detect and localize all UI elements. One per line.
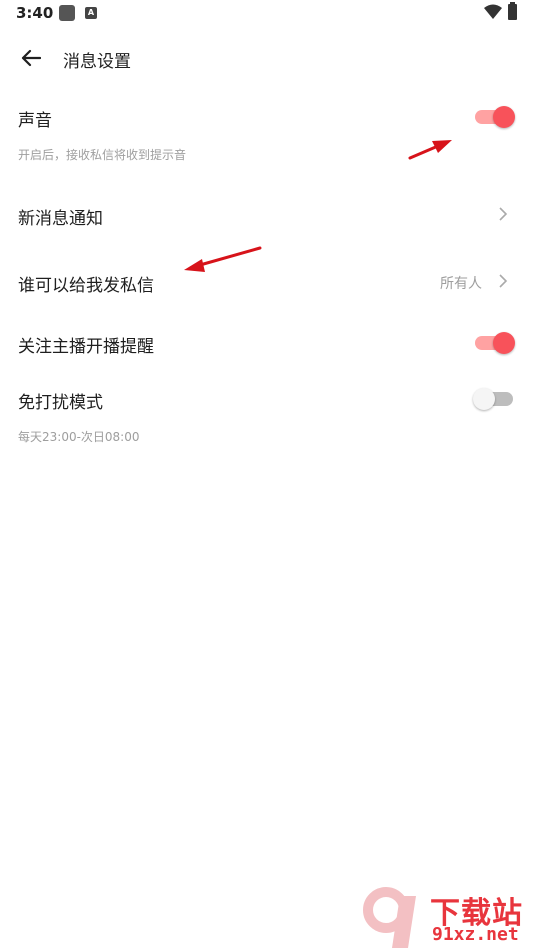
annotation-arrows — [184, 140, 452, 272]
sound-label: 声音 — [18, 111, 52, 131]
dnd-toggle-thumb — [473, 388, 495, 410]
wifi-icon — [484, 4, 502, 19]
sound-toggle-thumb — [493, 106, 515, 128]
follow-stream-reminder-label: 关注主播开播提醒 — [18, 337, 154, 357]
watermark-url: 91xz.net — [432, 924, 519, 945]
do-not-disturb-label: 免打扰模式 — [18, 393, 103, 413]
do-not-disturb-toggle[interactable] — [473, 387, 515, 411]
arrow-left-icon[interactable] — [21, 49, 41, 67]
sound-toggle[interactable] — [473, 105, 515, 129]
chevron-right-icon[interactable] — [496, 274, 510, 288]
follow-stream-reminder-toggle[interactable] — [473, 331, 515, 355]
chevron-right-icon[interactable] — [496, 207, 510, 221]
who-can-message-label[interactable]: 谁可以给我发私信 — [18, 271, 154, 296]
page-title: 消息设置 — [63, 52, 131, 72]
watermark-logo-icon — [363, 887, 416, 948]
watermark: 下载站 91xz.net — [360, 886, 530, 950]
sound-subtitle: 开启后，接收私信将收到提示音 — [18, 148, 187, 162]
annotation-arrow-message-icon — [184, 246, 262, 272]
do-not-disturb-subtitle: 每天23:00-次日08:00 — [18, 430, 140, 444]
follow-toggle-thumb — [493, 332, 515, 354]
status-time: 3:40 — [16, 4, 54, 22]
notification-a-icon: A — [85, 7, 97, 19]
annotation-arrow-sound-icon — [408, 140, 452, 160]
notification-square-icon — [59, 5, 75, 21]
new-message-notification-label[interactable]: 新消息通知 — [18, 204, 103, 229]
battery-icon — [508, 2, 517, 20]
who-can-message-value[interactable]: 所有人 — [440, 273, 482, 293]
